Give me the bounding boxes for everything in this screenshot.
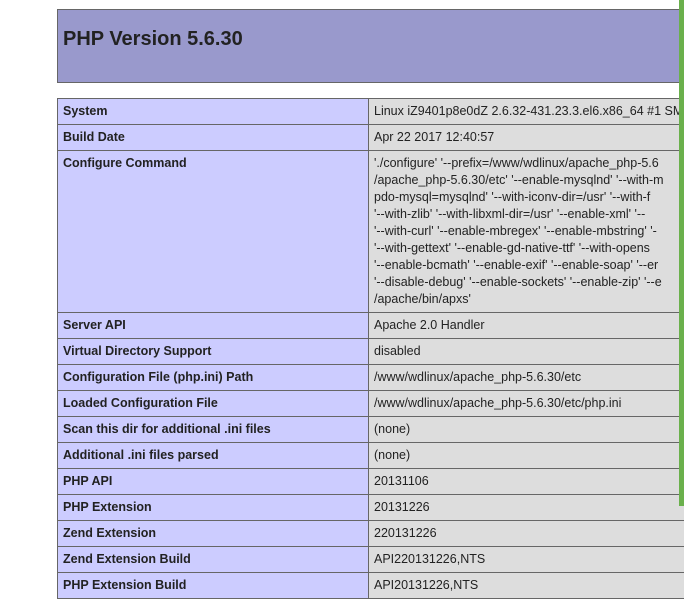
row-value: 20131226 xyxy=(369,495,684,521)
configure-command-line: '--with-zlib' '--with-libxml-dir=/usr' '… xyxy=(374,206,684,223)
configure-command-line: './configure' '--prefix=/www/wdlinux/apa… xyxy=(374,155,684,172)
table-row: Loaded Configuration File /www/wdlinux/a… xyxy=(58,391,684,417)
row-key: PHP Extension Build xyxy=(58,573,369,599)
page-title: PHP Version 5.6.30 xyxy=(63,28,243,51)
row-value: API220131226,NTS xyxy=(369,547,684,573)
table-row: Zend Extension Build API220131226,NTS xyxy=(58,547,684,573)
row-key: PHP API xyxy=(58,469,369,495)
row-key: PHP Extension xyxy=(58,495,369,521)
row-value: Apr 22 2017 12:40:57 xyxy=(369,125,684,151)
table-row: Zend Extension 220131226 xyxy=(58,521,684,547)
row-key: Zend Extension Build xyxy=(58,547,369,573)
table-row: Build Date Apr 22 2017 12:40:57 xyxy=(58,125,684,151)
vertical-scrollbar[interactable] xyxy=(679,0,684,506)
row-value: disabled xyxy=(369,339,684,365)
row-value: 220131226 xyxy=(369,521,684,547)
row-value: Apache 2.0 Handler xyxy=(369,313,684,339)
table-row: PHP Extension Build API20131226,NTS xyxy=(58,573,684,599)
row-key: System xyxy=(58,99,369,125)
row-key: Server API xyxy=(58,313,369,339)
row-key: Configuration File (php.ini) Path xyxy=(58,365,369,391)
row-key: Additional .ini files parsed xyxy=(58,443,369,469)
configure-command-line: '--with-gettext' '--enable-gd-native-ttf… xyxy=(374,240,684,257)
configure-command-line: /apache/bin/apxs' xyxy=(374,291,684,308)
row-value: /www/wdlinux/apache_php-5.6.30/etc xyxy=(369,365,684,391)
table-row: System Linux iZ9401p8e0dZ 2.6.32-431.23.… xyxy=(58,99,684,125)
row-value: API20131226,NTS xyxy=(369,573,684,599)
row-key: Build Date xyxy=(58,125,369,151)
row-key: Configure Command xyxy=(58,151,369,313)
table-row: Configure Command './configure' '--prefi… xyxy=(58,151,684,313)
row-value: (none) xyxy=(369,443,684,469)
row-key: Loaded Configuration File xyxy=(58,391,369,417)
row-value: Linux iZ9401p8e0dZ 2.6.32-431.23.3.el6.x… xyxy=(369,99,684,125)
row-value: (none) xyxy=(369,417,684,443)
configure-command-line: '--disable-debug' '--enable-sockets' '--… xyxy=(374,274,684,291)
table-row: Server API Apache 2.0 Handler xyxy=(58,313,684,339)
configure-command-line: pdo-mysql=mysqlnd' '--with-iconv-dir=/us… xyxy=(374,189,684,206)
table-row: Additional .ini files parsed (none) xyxy=(58,443,684,469)
configure-command-value: './configure' '--prefix=/www/wdlinux/apa… xyxy=(369,151,684,313)
row-key: Scan this dir for additional .ini files xyxy=(58,417,369,443)
configure-command-line: '--enable-bcmath' '--enable-exif' '--ena… xyxy=(374,257,684,274)
table-row: Configuration File (php.ini) Path /www/w… xyxy=(58,365,684,391)
row-value: 20131106 xyxy=(369,469,684,495)
php-version-header: PHP Version 5.6.30 xyxy=(57,9,684,83)
configure-command-line: '--with-curl' '--enable-mbregex' '--enab… xyxy=(374,223,684,240)
row-key: Virtual Directory Support xyxy=(58,339,369,365)
php-info-table: System Linux iZ9401p8e0dZ 2.6.32-431.23.… xyxy=(57,98,684,599)
table-row: PHP API 20131106 xyxy=(58,469,684,495)
table-row: Virtual Directory Support disabled xyxy=(58,339,684,365)
configure-command-line: /apache_php-5.6.30/etc' '--enable-mysqln… xyxy=(374,172,684,189)
table-row: PHP Extension 20131226 xyxy=(58,495,684,521)
row-value: /www/wdlinux/apache_php-5.6.30/etc/php.i… xyxy=(369,391,684,417)
table-row: Scan this dir for additional .ini files … xyxy=(58,417,684,443)
row-key: Zend Extension xyxy=(58,521,369,547)
